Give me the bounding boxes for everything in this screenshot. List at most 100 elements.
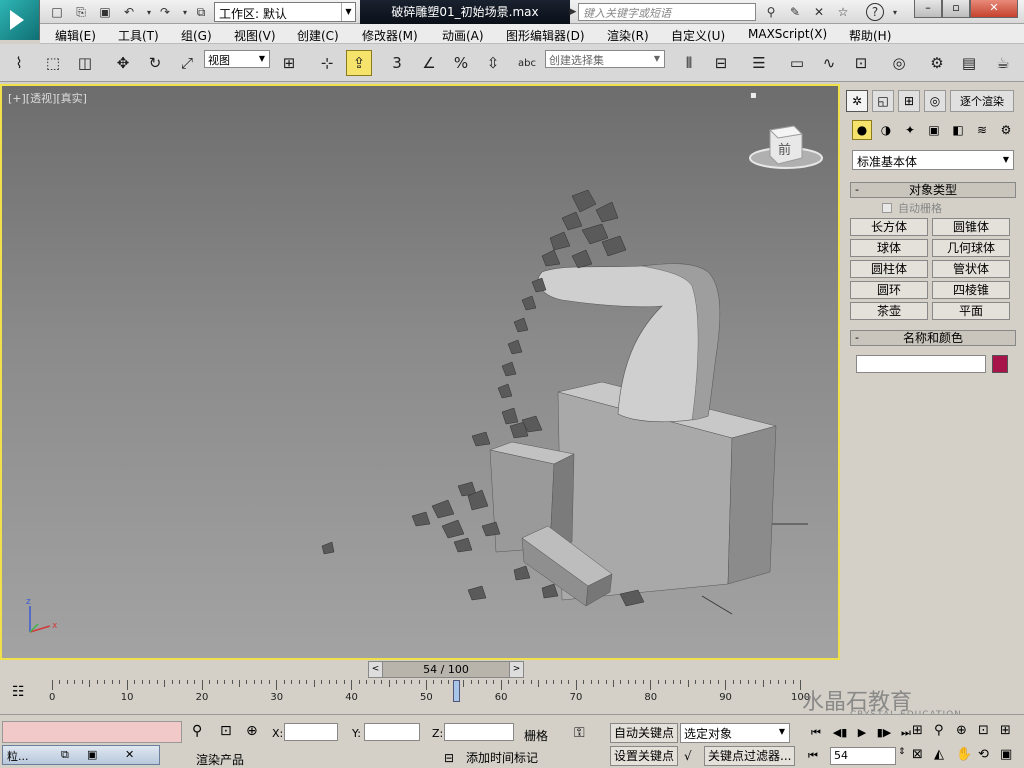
y-coord-field[interactable] bbox=[364, 723, 420, 741]
render-setup-icon[interactable]: ⚙ bbox=[924, 50, 950, 76]
schematic-view-icon[interactable]: ⊡ bbox=[848, 50, 874, 76]
hold-icon[interactable]: ⧉ bbox=[192, 3, 210, 21]
material-editor-icon[interactable]: ◎ bbox=[886, 50, 912, 76]
select-manipulate-icon[interactable]: ⊹ bbox=[314, 50, 340, 76]
lock-selection-icon[interactable]: ⊡ bbox=[220, 723, 232, 739]
key-mode-icon[interactable]: ⚿ bbox=[574, 725, 585, 741]
search-input[interactable]: 键入关键字或短语 bbox=[578, 3, 756, 21]
display-tab[interactable]: 逐个渲染 bbox=[950, 90, 1014, 112]
undo-icon[interactable]: ↶ bbox=[120, 3, 138, 21]
new-file-icon[interactable]: □ bbox=[48, 3, 66, 21]
scale-icon[interactable]: ⤢ bbox=[174, 50, 200, 76]
zoom-icon[interactable]: ⚲ bbox=[934, 723, 944, 738]
window-minimize-button[interactable]: – bbox=[914, 0, 942, 18]
object-color-swatch[interactable] bbox=[992, 355, 1008, 373]
orbit-icon[interactable]: ⟲ bbox=[978, 747, 989, 762]
name-color-rollout[interactable]: - 名称和颜色 bbox=[850, 330, 1016, 346]
open-file-icon[interactable]: ⎘ bbox=[72, 3, 90, 21]
autogrid-checkbox[interactable]: 自动栅格 bbox=[882, 200, 942, 216]
isolate-icon[interactable]: ⚲ bbox=[192, 723, 202, 739]
render-production-icon[interactable]: ☕ bbox=[990, 50, 1016, 76]
object-name-field[interactable] bbox=[856, 355, 986, 373]
maximize-icon[interactable]: ▣ bbox=[87, 748, 97, 761]
save-icon[interactable]: ▣ bbox=[96, 3, 114, 21]
menu-tools[interactable]: 工具(T) bbox=[118, 27, 159, 44]
time-tag-icon[interactable]: ⊟ bbox=[444, 751, 454, 765]
go-to-start-icon[interactable]: ⏮ bbox=[806, 723, 826, 743]
perspective-viewport[interactable]: [+][透视][真实] ▪ 前 z x bbox=[0, 84, 840, 660]
window-maximize-button[interactable]: ▫ bbox=[942, 0, 970, 18]
geometry-category-icon[interactable]: ● bbox=[852, 120, 872, 140]
timeline-ruler[interactable]: 0 10 20 30 40 50 60 70 80 90 100 bbox=[40, 680, 810, 704]
redo-icon[interactable]: ↷ bbox=[156, 3, 174, 21]
curve-editor-icon[interactable]: ∿ bbox=[816, 50, 842, 76]
cone-button[interactable]: 圆锥体 bbox=[932, 218, 1010, 236]
absolute-mode-icon[interactable]: ⊕ bbox=[246, 723, 258, 739]
reference-coordinate-dropdown[interactable]: 视图 ▼ bbox=[204, 50, 270, 68]
time-config-icon[interactable]: ⊞ bbox=[912, 723, 923, 738]
mini-curve-editor-icon[interactable]: ☷ bbox=[12, 684, 25, 700]
select-link-icon[interactable]: ⌇ bbox=[6, 50, 32, 76]
menu-maxscript[interactable]: MAXScript(X) bbox=[748, 27, 827, 41]
rendered-frame-window-icon[interactable]: ▤ bbox=[956, 50, 982, 76]
named-selection-set-dropdown[interactable]: 创建选择集 ▼ bbox=[545, 50, 665, 68]
percent-snap-icon[interactable]: % bbox=[448, 50, 474, 76]
zoom-all-icon[interactable]: ⊕ bbox=[956, 723, 967, 738]
exchange-icon[interactable]: ✕ bbox=[810, 3, 828, 21]
cameras-category-icon[interactable]: ▣ bbox=[924, 120, 944, 140]
lights-category-icon[interactable]: ✦ bbox=[900, 120, 920, 140]
previous-frame-icon[interactable]: < bbox=[369, 662, 383, 677]
close-icon[interactable]: ✕ bbox=[125, 748, 134, 761]
align-icon[interactable]: ⊟ bbox=[708, 50, 734, 76]
menu-views[interactable]: 视图(V) bbox=[234, 27, 276, 44]
menu-customize[interactable]: 自定义(U) bbox=[671, 27, 725, 44]
edit-named-selection-icon[interactable]: abc bbox=[514, 50, 540, 76]
object-type-rollout[interactable]: - 对象类型 bbox=[850, 182, 1016, 198]
app-logo-icon[interactable] bbox=[0, 0, 40, 40]
maximize-viewport-icon[interactable]: ▣ bbox=[1000, 747, 1012, 762]
angle-snap-icon[interactable]: ∠ bbox=[416, 50, 442, 76]
play-icon[interactable]: ▶ bbox=[852, 723, 872, 743]
add-time-tag[interactable]: 添加时间标记 bbox=[466, 749, 538, 766]
keyboard-shortcut-override-icon[interactable]: ⇪ bbox=[346, 50, 372, 76]
next-frame-button-icon[interactable]: ▮▶ bbox=[874, 723, 894, 743]
time-configuration-icon[interactable]: ⊠ bbox=[912, 747, 923, 762]
plane-button[interactable]: 平面 bbox=[932, 302, 1010, 320]
field-of-view-icon[interactable]: ◭ bbox=[934, 747, 944, 762]
menu-modifiers[interactable]: 修改器(M) bbox=[362, 27, 418, 44]
tube-button[interactable]: 管状体 bbox=[932, 260, 1010, 278]
menu-edit[interactable]: 编辑(E) bbox=[55, 27, 96, 44]
helpers-category-icon[interactable]: ◧ bbox=[948, 120, 968, 140]
time-slider[interactable]: < 54 / 100 > bbox=[368, 661, 524, 678]
z-coord-field[interactable] bbox=[444, 723, 514, 741]
sphere-button[interactable]: 球体 bbox=[850, 239, 928, 257]
rotate-icon[interactable]: ↻ bbox=[142, 50, 168, 76]
current-frame-field[interactable]: 54 bbox=[830, 747, 896, 765]
motion-tab-icon[interactable]: ◎ bbox=[924, 90, 946, 112]
previous-frame-button-icon[interactable]: ◀▮ bbox=[830, 723, 850, 743]
pyramid-button[interactable]: 四棱锥 bbox=[932, 281, 1010, 299]
binoculars-icon[interactable]: ⚲ bbox=[762, 3, 780, 21]
move-icon[interactable]: ✥ bbox=[110, 50, 136, 76]
x-coord-field[interactable] bbox=[284, 723, 338, 741]
menu-rendering[interactable]: 渲染(R) bbox=[607, 27, 649, 44]
next-frame-icon[interactable]: > bbox=[509, 662, 523, 677]
pivot-center-icon[interactable]: ⊞ bbox=[276, 50, 302, 76]
help-dropdown-icon[interactable]: ▾ bbox=[886, 3, 904, 21]
workspace-dropdown[interactable]: 工作区: 默认 ▼ bbox=[214, 2, 356, 22]
select-region-icon[interactable]: ⬚ bbox=[40, 50, 66, 76]
auto-key-button[interactable]: 自动关键点 bbox=[610, 723, 679, 743]
graphite-ribbon-icon[interactable]: ▭ bbox=[784, 50, 810, 76]
pan-icon[interactable]: ✋ bbox=[956, 747, 972, 762]
selection-filter-dropdown[interactable]: 选定对象 ▼ bbox=[680, 723, 790, 743]
create-tab-icon[interactable]: ✲ bbox=[846, 90, 868, 112]
torus-button[interactable]: 圆环 bbox=[850, 281, 928, 299]
cylinder-button[interactable]: 圆柱体 bbox=[850, 260, 928, 278]
zoom-extents-all-icon[interactable]: ⊞ bbox=[1000, 723, 1011, 738]
window-crossing-icon[interactable]: ◫ bbox=[72, 50, 98, 76]
restore-icon[interactable]: ⧉ bbox=[61, 748, 69, 762]
favorites-star-icon[interactable]: ☆ bbox=[834, 3, 852, 21]
mirror-icon[interactable]: ⫴ bbox=[676, 50, 702, 76]
help-icon[interactable]: ? bbox=[866, 3, 884, 21]
set-key-button[interactable]: 设置关键点 bbox=[610, 746, 679, 766]
